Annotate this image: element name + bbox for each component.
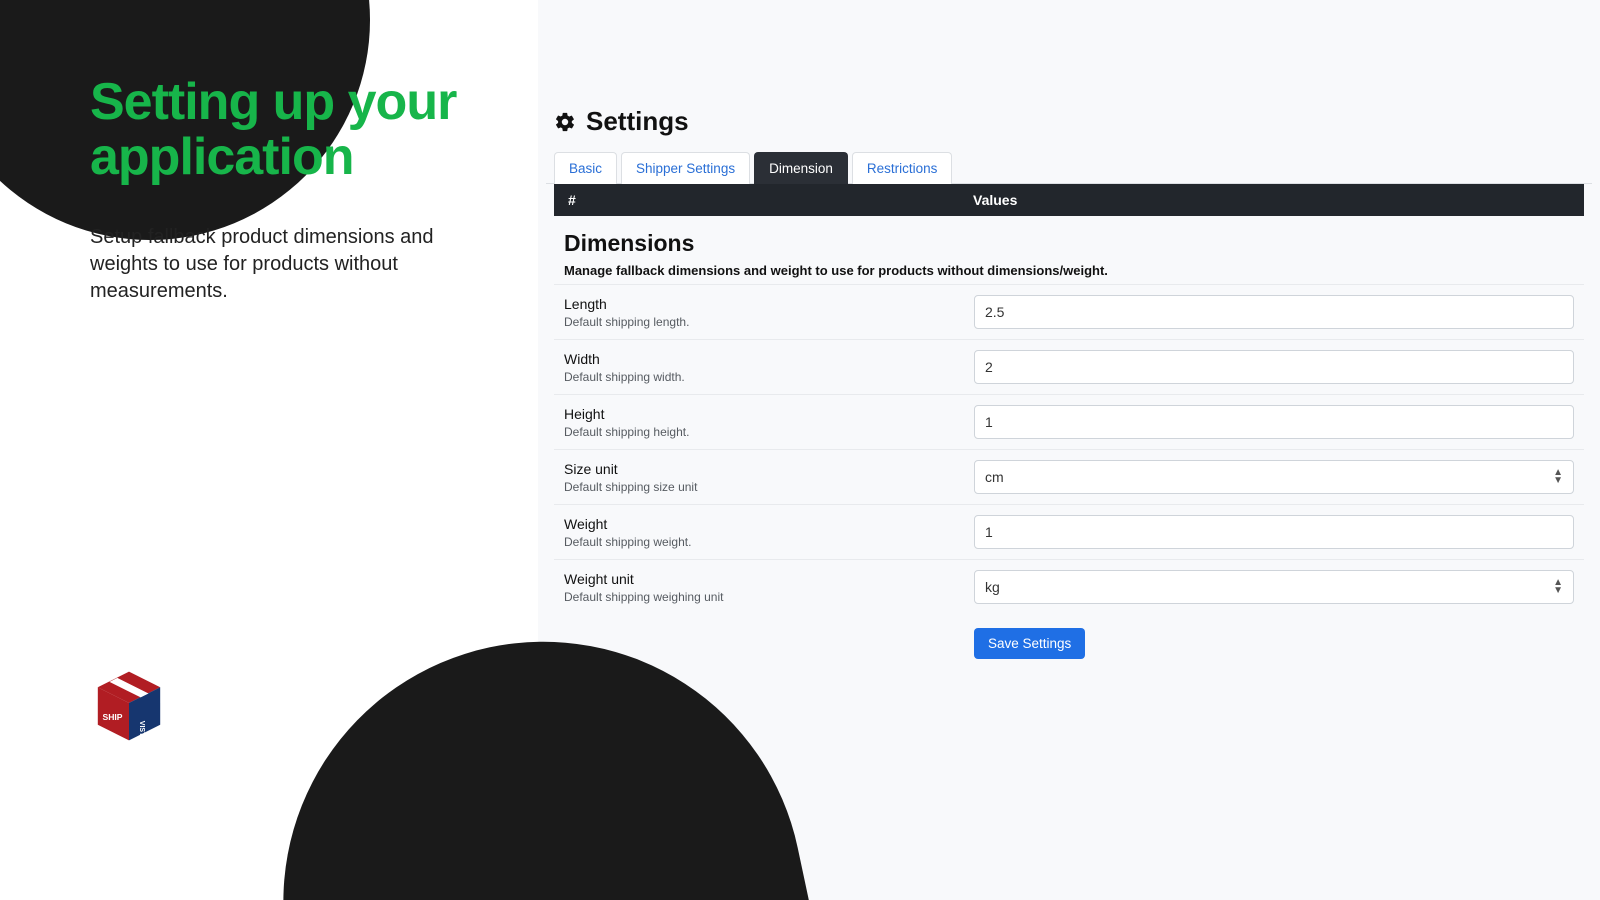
- field-row-height: Height Default shipping height.: [554, 394, 1584, 449]
- field-label: Weight unit: [564, 571, 974, 587]
- headline-sub: Setup fallback product dimensions and we…: [90, 224, 490, 305]
- left-column: Setting up your application Setup fallba…: [90, 75, 530, 305]
- field-label: Height: [564, 406, 974, 422]
- tab-restrictions[interactable]: Restrictions: [852, 152, 953, 184]
- save-button[interactable]: Save Settings: [974, 628, 1085, 659]
- brand-logo: SHIP VISTA: [90, 667, 168, 750]
- field-help: Default shipping height.: [564, 425, 974, 439]
- settings-title: Settings: [586, 106, 689, 137]
- headline: Setting up your application: [90, 75, 530, 184]
- tab-basic[interactable]: Basic: [554, 152, 617, 184]
- tab-dimension[interactable]: Dimension: [754, 152, 848, 184]
- section-desc: Manage fallback dimensions and weight to…: [564, 263, 1574, 278]
- gear-icon: [554, 111, 576, 133]
- width-input[interactable]: [974, 350, 1574, 384]
- field-help: Default shipping weighing unit: [564, 590, 974, 604]
- field-row-length: Length Default shipping length.: [554, 284, 1584, 339]
- table-header: # Values: [554, 184, 1584, 216]
- select-value: cm: [985, 469, 1004, 485]
- field-help: Default shipping weight.: [564, 535, 974, 549]
- table-header-hash: #: [568, 192, 973, 208]
- field-label: Weight: [564, 516, 974, 532]
- select-arrows-icon: ▲▼: [1553, 469, 1563, 485]
- tabs: BasicShipper SettingsDimensionRestrictio…: [546, 151, 1592, 184]
- dimensions-panel: Dimensions Manage fallback dimensions an…: [554, 216, 1584, 673]
- section-title: Dimensions: [564, 230, 1574, 257]
- field-row-width: Width Default shipping width.: [554, 339, 1584, 394]
- logo-text-vista: VISTA: [138, 721, 145, 741]
- height-input[interactable]: [974, 405, 1574, 439]
- field-label: Width: [564, 351, 974, 367]
- field-label: Length: [564, 296, 974, 312]
- field-label: Size unit: [564, 461, 974, 477]
- weight-unit-select[interactable]: kg ▲▼: [974, 570, 1574, 604]
- field-help: Default shipping size unit: [564, 480, 974, 494]
- tab-shipper-settings[interactable]: Shipper Settings: [621, 152, 750, 184]
- box-logo-icon: SHIP VISTA: [90, 667, 168, 745]
- length-input[interactable]: [974, 295, 1574, 329]
- headline-line-2: application: [90, 128, 353, 186]
- size-unit-select[interactable]: cm ▲▼: [974, 460, 1574, 494]
- field-help: Default shipping length.: [564, 315, 974, 329]
- field-help: Default shipping width.: [564, 370, 974, 384]
- field-row-weight-unit: Weight unit Default shipping weighing uni…: [554, 559, 1584, 614]
- select-value: kg: [985, 579, 1000, 595]
- save-row: Save Settings: [554, 614, 1584, 673]
- select-arrows-icon: ▲▼: [1553, 579, 1563, 595]
- weight-input[interactable]: [974, 515, 1574, 549]
- logo-text-ship: SHIP: [102, 712, 122, 722]
- field-row-weight: Weight Default shipping weight.: [554, 504, 1584, 559]
- settings-header: Settings: [546, 106, 1592, 137]
- headline-line-1: Setting up your: [90, 73, 456, 131]
- field-row-size-unit: Size unit Default shipping size unit cm ▲▼: [554, 449, 1584, 504]
- table-header-values: Values: [973, 192, 1570, 208]
